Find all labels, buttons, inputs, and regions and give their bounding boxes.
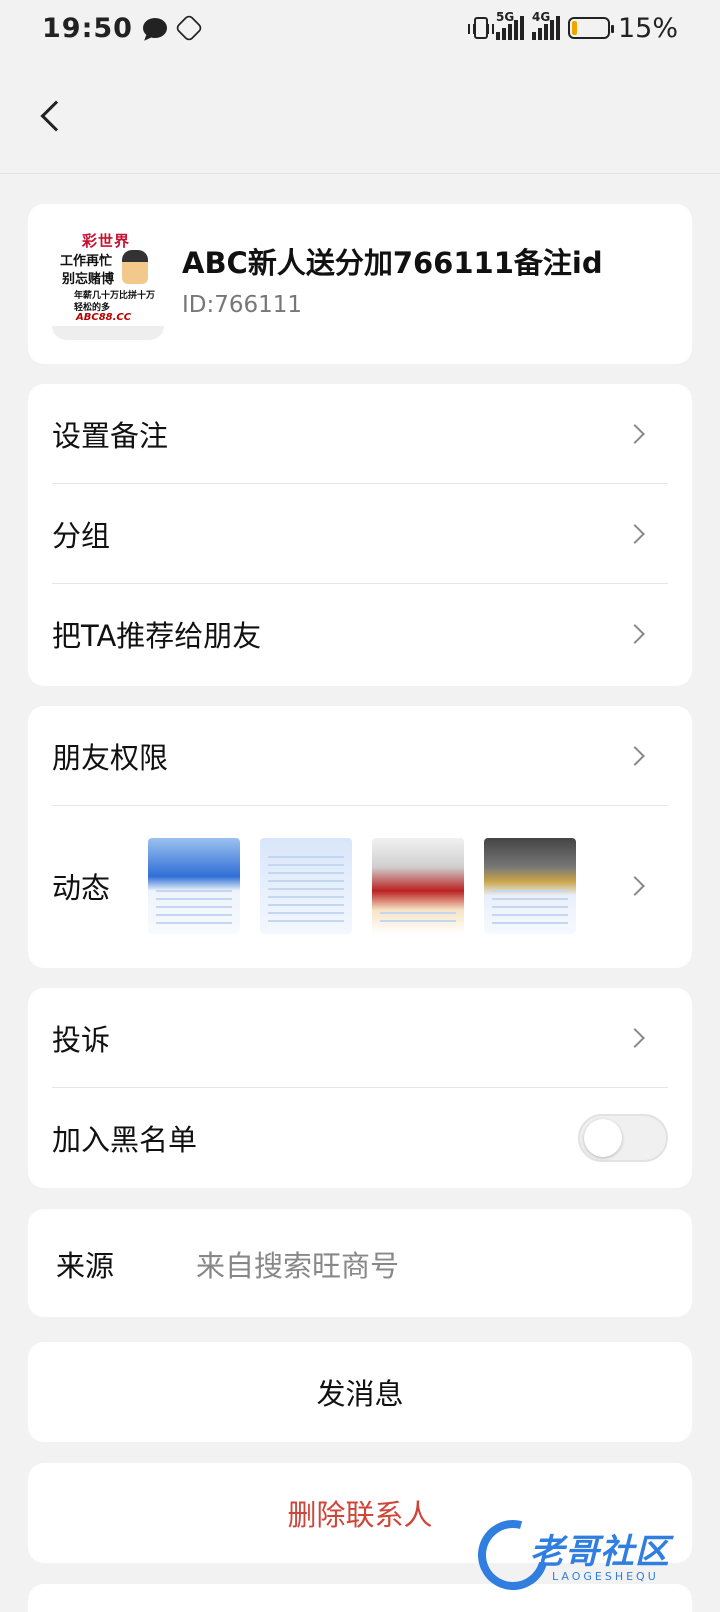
message-notification-icon (142, 18, 167, 38)
source-label: 来源 (56, 1249, 115, 1283)
profile-card: 彩世界 工作再忙 别忘赌博 年薪几十万比拼十万 轻松的多 ABC88.CC AB… (28, 204, 692, 364)
moments-thumbnails (148, 838, 576, 934)
battery-fill (571, 21, 578, 35)
chevron-right-icon (625, 1027, 645, 1048)
moment-thumbnail (484, 838, 576, 934)
profile-name: ABC新人送分加766111备注id (182, 246, 603, 280)
battery-icon (567, 17, 614, 39)
avatar-face-icon (122, 250, 148, 284)
top-nav (0, 56, 720, 174)
permissions-card: 朋友权限 动态 (28, 706, 692, 968)
friend-permissions-row[interactable]: 朋友权限 (52, 706, 668, 806)
source-row: 来源 来自搜索旺商号 (28, 1209, 692, 1317)
blacklist-row: 加入黑名单 (52, 1088, 668, 1188)
back-chevron-icon (40, 100, 72, 132)
signal-5g-label: 5G (495, 10, 515, 24)
moment-thumbnail (148, 838, 240, 934)
watermark-logo: 老哥社区 LAOGESHEQU (465, 1507, 708, 1603)
avatar-image: 彩世界 工作再忙 别忘赌博 年薪几十万比拼十万 轻松的多 ABC88.CC (52, 228, 164, 340)
signal-4g-icon: 4G (531, 10, 560, 40)
send-message-card: 发消息 (28, 1342, 692, 1442)
complaint-label: 投诉 (52, 1022, 111, 1057)
avatar[interactable]: 彩世界 工作再忙 别忘赌博 年薪几十万比拼十万 轻松的多 ABC88.CC (52, 228, 164, 340)
status-right: 5G 4G 15% (467, 10, 678, 44)
source-value: 来自搜索旺商号 (196, 1249, 400, 1283)
chevron-right-icon (625, 624, 645, 644)
avatar-footer (52, 326, 164, 340)
status-left: 19:50 (42, 12, 204, 44)
blacklist-label: 加入黑名单 (52, 1123, 198, 1157)
watermark-subtext: LAOGESHEQU (552, 1570, 659, 1583)
source-card: 来源 来自搜索旺商号 (28, 1209, 692, 1317)
moments-row[interactable]: 动态 (52, 806, 668, 966)
recommend-label: 把TA推荐给朋友 (52, 619, 262, 653)
hand-notification-icon (174, 13, 204, 43)
complaint-row[interactable]: 投诉 (52, 988, 668, 1088)
vibrate-icon (467, 17, 494, 39)
back-button[interactable] (30, 92, 74, 140)
set-remark-label: 设置备注 (52, 418, 169, 453)
avatar-line5: ABC88.CC (76, 312, 132, 323)
chevron-right-icon (625, 423, 645, 444)
friend-permissions-label: 朋友权限 (52, 740, 169, 775)
moment-thumbnail (260, 838, 352, 934)
status-time: 19:50 (42, 12, 133, 44)
group-row[interactable]: 分组 (52, 484, 668, 584)
group-label: 分组 (52, 518, 111, 553)
battery-percent: 15% (617, 12, 678, 44)
signal-4g-label: 4G (531, 10, 551, 24)
chevron-right-icon (625, 745, 645, 766)
avatar-line2: 别忘赌博 (62, 272, 115, 287)
chevron-right-icon (625, 523, 645, 544)
status-bar: 19:50 5G 4G 15% (0, 0, 720, 56)
avatar-line1: 工作再忙 (60, 254, 113, 269)
moment-thumbnail (372, 838, 464, 934)
recommend-row[interactable]: 把TA推荐给朋友 (52, 584, 668, 684)
signal-5g-icon: 5G (495, 10, 524, 40)
toggle-knob (584, 1119, 622, 1157)
chevron-right-icon (625, 876, 645, 896)
profile-id: ID:766111 (182, 292, 303, 318)
settings-card: 设置备注 分组 把TA推荐给朋友 (28, 384, 692, 686)
set-remark-row[interactable]: 设置备注 (52, 384, 668, 484)
watermark-text: 老哥社区 (530, 1532, 670, 1572)
blacklist-toggle[interactable] (578, 1114, 668, 1162)
send-message-button[interactable]: 发消息 (28, 1342, 692, 1442)
moments-label: 动态 (52, 871, 111, 905)
report-card: 投诉 加入黑名单 (28, 988, 692, 1188)
avatar-title: 彩世界 (82, 232, 131, 250)
